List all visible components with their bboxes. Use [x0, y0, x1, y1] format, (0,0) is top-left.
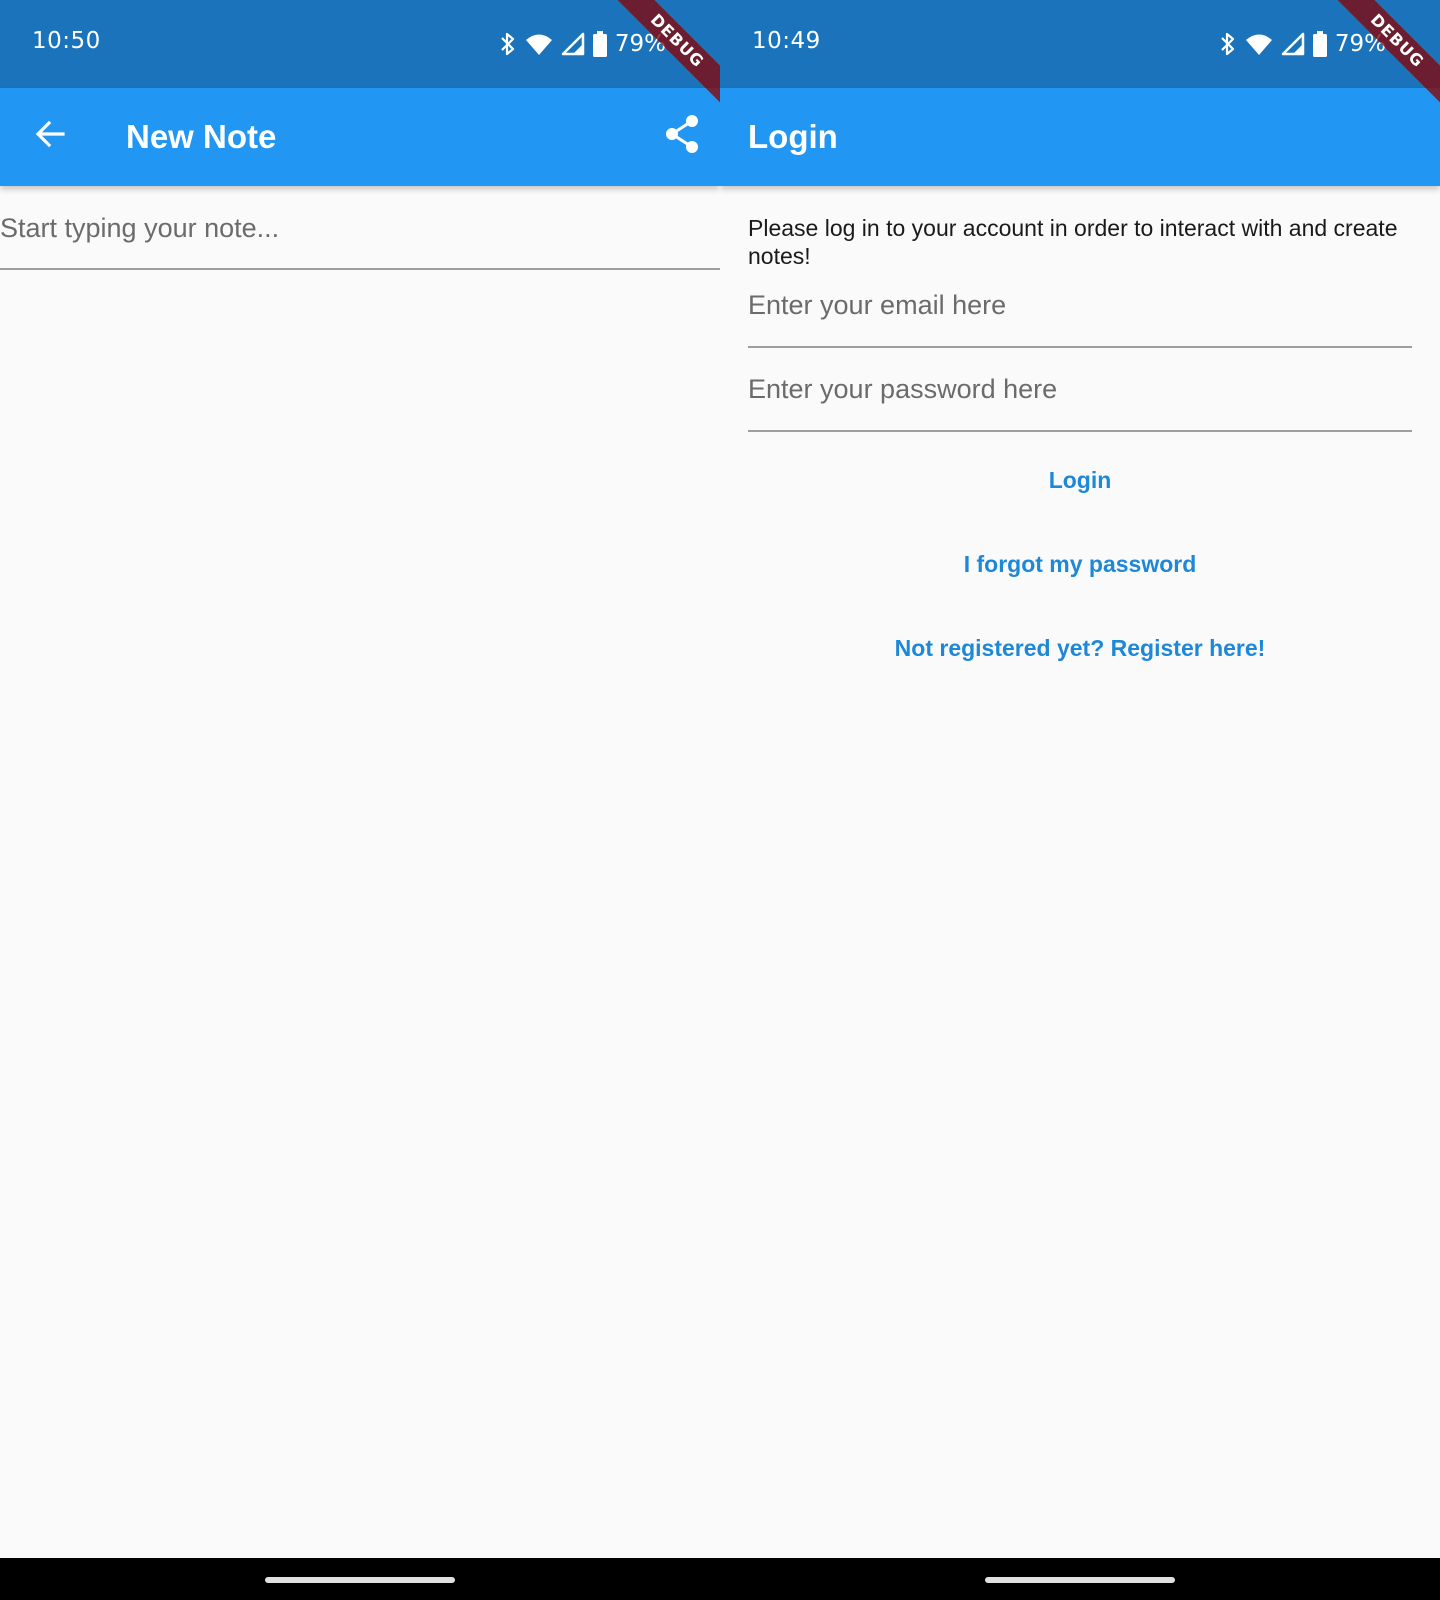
login-screen: 10:49 79% DEBUG Login Please log in to y… — [720, 0, 1440, 1600]
note-text-field[interactable] — [0, 210, 720, 270]
home-gesture-handle[interactable] — [985, 1577, 1175, 1583]
new-note-screen: 10:50 79% DEBUG New Note — [0, 0, 720, 1600]
status-icons: 79% — [1219, 30, 1386, 58]
page-title: New Note — [126, 118, 277, 155]
share-button[interactable] — [658, 112, 706, 160]
wifi-icon — [1245, 32, 1273, 56]
cell-signal-icon — [1281, 32, 1305, 56]
app-bar: New Note — [0, 88, 720, 186]
login-intro-text: Please log in to your account in order t… — [748, 215, 1398, 269]
status-time: 10:49 — [752, 28, 821, 54]
wifi-icon — [525, 32, 553, 56]
password-field[interactable] — [748, 370, 1412, 432]
app-bar: Login — [720, 88, 1440, 186]
register-button[interactable]: Not registered yet? Register here! — [748, 618, 1412, 678]
bluetooth-icon — [1219, 31, 1237, 57]
status-bar: 10:49 79% DEBUG — [720, 0, 1440, 118]
battery-icon — [1312, 31, 1327, 57]
forgot-password-button[interactable]: I forgot my password — [748, 534, 1412, 594]
battery-icon — [592, 31, 607, 57]
email-field[interactable] — [748, 286, 1412, 348]
navigation-bar — [0, 1558, 720, 1600]
status-bar: 10:50 79% DEBUG — [0, 0, 720, 118]
cell-signal-icon — [561, 32, 585, 56]
page-title: Login — [748, 118, 838, 155]
navigation-bar — [720, 1558, 1440, 1600]
status-time: 10:50 — [32, 28, 101, 54]
back-arrow-icon — [33, 117, 67, 156]
status-icons: 79% — [499, 30, 666, 58]
back-button[interactable] — [26, 112, 74, 160]
home-gesture-handle[interactable] — [265, 1577, 455, 1583]
login-button[interactable]: Login — [748, 450, 1412, 510]
share-icon — [663, 114, 701, 159]
bluetooth-icon — [499, 31, 517, 57]
